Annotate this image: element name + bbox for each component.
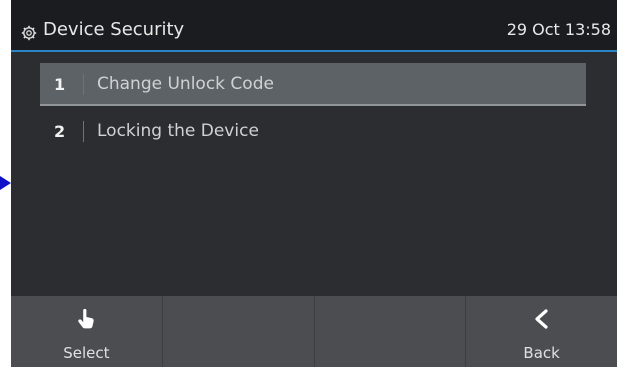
chevron-left-icon (535, 309, 548, 329)
phone-screen: Device Security 29 Oct 13:58 1 Change Un… (11, 0, 617, 367)
date-time: 29 Oct 13:58 (506, 20, 611, 39)
select-softkey[interactable]: Select (11, 296, 163, 367)
menu-item-number: 2 (54, 122, 66, 141)
arrow-right-icon (0, 176, 11, 190)
menu-list: 1 Change Unlock Code 2 Locking the Devic… (40, 63, 586, 157)
softkey-2[interactable] (163, 296, 315, 367)
menu-item-label: Change Unlock Code (97, 74, 274, 94)
menu-item-number: 1 (54, 75, 66, 94)
softkey-bar: Select Back (11, 296, 617, 367)
gear-icon (21, 25, 37, 41)
select-label: Select (63, 344, 110, 362)
back-label: Back (523, 344, 560, 362)
page: Device Security 29 Oct 13:58 1 Change Un… (0, 0, 617, 367)
menu-item-change-unlock-code[interactable]: 1 Change Unlock Code (40, 63, 586, 106)
title-bar: Device Security 29 Oct 13:58 (11, 0, 617, 52)
menu-item-label: Locking the Device (97, 121, 259, 141)
hand-pointer-icon (78, 308, 95, 329)
menu-item-divider (83, 74, 84, 95)
menu-item-locking-the-device[interactable]: 2 Locking the Device (40, 110, 586, 153)
menu-item-divider (83, 121, 84, 142)
softkey-3[interactable] (315, 296, 467, 367)
page-title: Device Security (43, 19, 185, 40)
back-softkey[interactable]: Back (466, 296, 617, 367)
